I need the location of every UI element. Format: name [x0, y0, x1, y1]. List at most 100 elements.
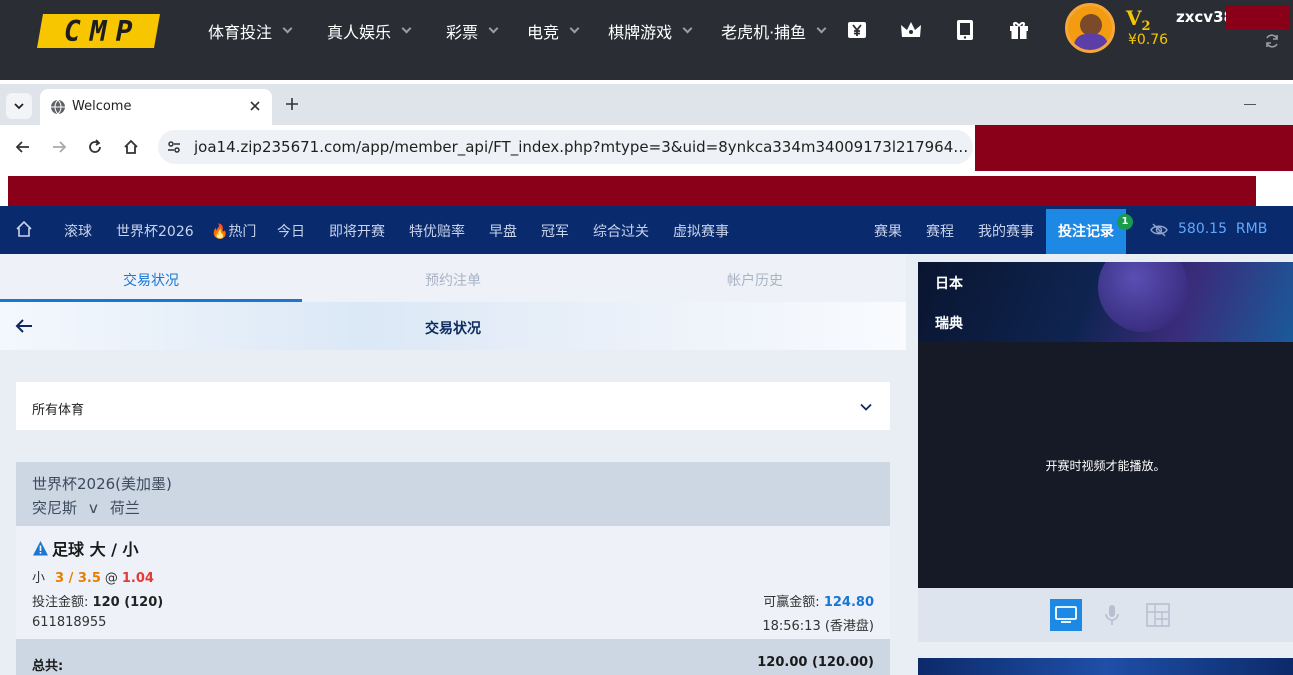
nav-lottery-label: 彩票 — [446, 23, 479, 42]
bet-card-header: 世界杯2026(美加墨) 突尼斯 v 荷兰 — [16, 462, 890, 526]
sport-filter-value: 所有体育 — [32, 403, 85, 418]
nav-live-casino[interactable]: 真人娱乐 — [327, 20, 412, 42]
browser-tab[interactable]: Welcome — [40, 89, 272, 125]
refresh-icon[interactable] — [1264, 33, 1280, 49]
nav-esports[interactable]: 电竞 — [527, 20, 580, 42]
chevron-down-icon — [860, 403, 872, 411]
nav-slots-fishing[interactable]: 老虎机·捕鱼 — [721, 20, 827, 42]
url-text: joa14.zip235671.com/app/member_api/FT_in… — [194, 138, 969, 156]
notification-badge: 1 — [1117, 214, 1133, 230]
nav-card-games-label: 棋牌游戏 — [608, 23, 673, 42]
tablet-icon[interactable] — [953, 18, 977, 42]
page-header: 交易状况 — [0, 302, 906, 350]
nav-schedule[interactable]: 赛程 — [926, 221, 954, 241]
ticket-number: 611818955 — [32, 615, 107, 630]
chevron-down-icon — [488, 23, 499, 34]
nav-in-play[interactable]: 滚球 — [64, 221, 92, 241]
globe-icon — [51, 99, 65, 115]
balance-currency: RMB — [1235, 221, 1268, 237]
yen-icon[interactable] — [845, 18, 869, 42]
eye-off-icon[interactable] — [1150, 221, 1168, 239]
minimize-icon[interactable] — [1244, 104, 1256, 105]
vip-badge: V2 — [1126, 6, 1151, 34]
tab-scheduled-bets[interactable]: 预约注单 — [425, 270, 481, 290]
reload-icon[interactable] — [86, 138, 104, 156]
tab-account-history[interactable]: 帐户历史 — [727, 270, 783, 290]
sport-filter-select[interactable]: 所有体育 — [16, 382, 890, 430]
bet-status-panel: 交易状况 预约注单 帐户历史 交易状况 所有体育 世界杯2026(美加墨) 突尼… — [0, 254, 906, 675]
nav-results[interactable]: 赛果 — [874, 221, 902, 241]
vip-level: V — [1126, 6, 1142, 30]
team-two: 瑞典 — [935, 316, 963, 332]
nav-sports-label: 体育投注 — [208, 23, 273, 42]
nav-sports[interactable]: 体育投注 — [208, 20, 293, 42]
microphone-button[interactable] — [1096, 599, 1128, 631]
chevron-down-icon — [569, 23, 580, 34]
chevron-down-icon — [816, 23, 827, 34]
nav-today[interactable]: 今日 — [277, 221, 305, 241]
plus-icon[interactable] — [284, 96, 300, 112]
nav-boosted-odds[interactable]: 特优赔率 — [409, 221, 465, 241]
sports-nav: 滚球 世界杯2026 🔥热门 今日 即将开赛 特优赔率 早盘 冠军 综合过关 虚… — [0, 206, 1293, 254]
versus: v — [89, 499, 98, 517]
avatar-face — [1080, 14, 1102, 36]
promo-banner[interactable] — [918, 658, 1293, 675]
crown-icon[interactable] — [899, 18, 923, 42]
back-icon[interactable] — [14, 138, 32, 156]
video-player[interactable]: 开赛时视频才能播放。 — [918, 342, 1293, 588]
league-name: 世界杯2026(美加墨) — [32, 475, 172, 493]
nav-starting-soon[interactable]: 即将开赛 — [329, 221, 385, 241]
stake-label: 投注金额: — [32, 595, 89, 610]
home-icon[interactable] — [14, 219, 34, 239]
account-balance: 580.15 RMB — [1178, 221, 1267, 237]
nav-world-cup[interactable]: 世界杯2026 — [116, 221, 194, 241]
tab-search-dropdown[interactable] — [6, 93, 32, 119]
chevron-down-icon — [401, 23, 412, 34]
redaction-box — [8, 176, 1256, 207]
nav-my-events[interactable]: 我的赛事 — [978, 221, 1034, 241]
match-teams: 突尼斯 v 荷兰 — [32, 497, 140, 518]
avatar[interactable] — [1065, 3, 1115, 53]
nav-hot[interactable]: 🔥热门 — [211, 221, 256, 241]
screen: CMP 体育投注 真人娱乐 彩票 电竞 棋牌游戏 老虎机·捕鱼 V2 ¥0.76… — [0, 0, 1293, 675]
team-one: 日本 — [935, 276, 963, 292]
home-team: 突尼斯 — [32, 499, 78, 517]
nav-parlay[interactable]: 综合过关 — [593, 221, 649, 241]
chevron-down-icon — [682, 23, 693, 34]
close-icon[interactable] — [248, 99, 262, 113]
nav-virtual[interactable]: 虚拟赛事 — [673, 221, 729, 241]
home-icon[interactable] — [122, 138, 140, 156]
video-header: 日本 瑞典 — [918, 262, 1293, 342]
tab-title: Welcome — [72, 99, 132, 114]
monitor-button[interactable] — [1050, 599, 1082, 631]
site-nav: 体育投注 真人娱乐 彩票 电竞 棋牌游戏 老虎机·捕鱼 — [208, 20, 827, 42]
total-label: 总共: — [32, 659, 64, 674]
nav-esports-label: 电竞 — [527, 23, 560, 42]
site-logo[interactable]: CMP — [37, 14, 160, 48]
video-message: 开赛时视频才能播放。 — [1045, 459, 1166, 473]
header-icons — [845, 18, 1061, 42]
total-value: 120.00 (120.00) — [757, 655, 874, 670]
nav-outright[interactable]: 冠军 — [541, 221, 569, 241]
stake: 投注金额: 120 (120) — [32, 591, 163, 610]
nav-card-games[interactable]: 棋牌游戏 — [608, 20, 693, 42]
field-layout-icon — [1146, 603, 1170, 627]
tab-transaction-status[interactable]: 交易状况 — [123, 270, 179, 290]
away-team: 荷兰 — [109, 499, 140, 517]
nav-early[interactable]: 早盘 — [489, 221, 517, 241]
selection: 小 — [32, 571, 46, 586]
handicap-line: 3 / 3.5 — [55, 571, 101, 586]
chevron-down-icon — [282, 23, 293, 34]
monitor-icon — [1055, 606, 1077, 623]
scoreboard-button[interactable] — [1142, 599, 1174, 631]
site-info-icon[interactable] — [166, 139, 182, 155]
address-bar[interactable]: joa14.zip235671.com/app/member_api/FT_in… — [158, 130, 973, 164]
microphone-icon — [1105, 605, 1119, 625]
nav-lottery[interactable]: 彩票 — [446, 20, 499, 42]
forward-icon[interactable] — [50, 138, 68, 156]
avatar-body — [1074, 34, 1108, 50]
browser-tabbar: Welcome — [0, 84, 1293, 125]
wallet-balance: ¥0.76 — [1128, 32, 1169, 48]
gift-icon[interactable] — [1007, 18, 1031, 42]
chevron-down-icon — [14, 103, 24, 110]
